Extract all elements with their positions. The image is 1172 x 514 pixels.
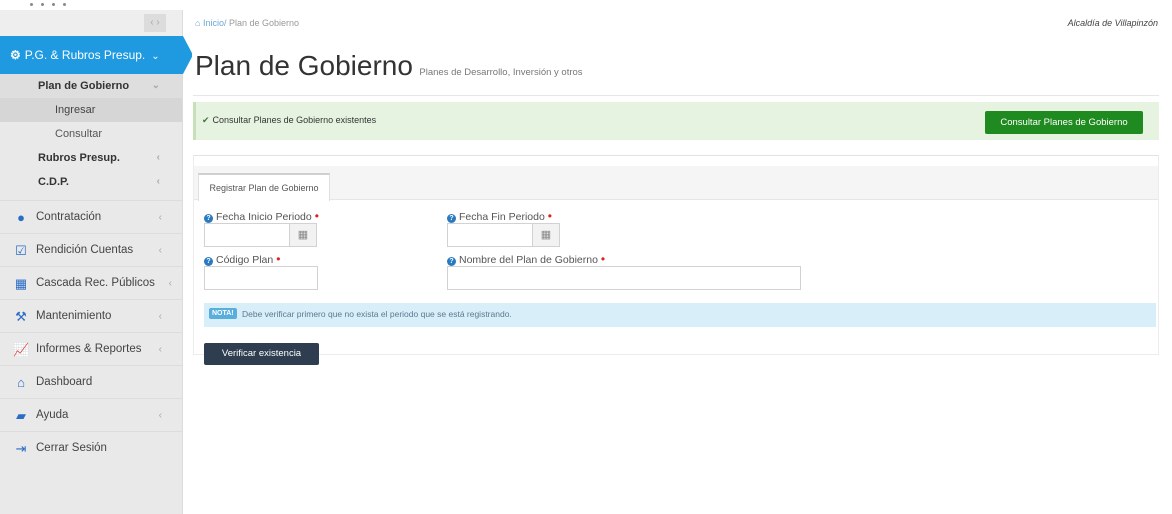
sidebar-item-label: Ingresar [55,104,96,116]
sidebar-item-label: Dashboard [36,376,93,388]
success-alert: ✔ Consultar Planes de Gobierno existentes… [193,102,1159,140]
nombre-label-wrap: ? Nombre del Plan de Gobierno • [447,252,605,266]
sidebar-item-cerrar-sesion[interactable]: ⇥ Cerrar Sesión [0,431,182,464]
page-subtitle: Planes de Desarrollo, Inversión y otros [419,67,583,78]
sidebar-item-dashboard[interactable]: ⌂ Dashboard [0,365,182,398]
info-icon: ? [447,214,456,223]
sidebar-item-mantenimiento[interactable]: ⚒ Mantenimiento ‹ [0,299,182,332]
sidebar-item-label: Cascada Rec. Públicos [36,277,155,289]
sidebar-toggle-icon[interactable]: ‹ › [144,14,166,32]
fecha-inicio-label: Fecha Inicio Periodo [216,211,312,223]
chevron-left-icon: ‹ [158,245,162,256]
sidebar-toggle-bar: ‹ › [0,10,182,36]
calendar-icon[interactable]: ▦ [289,223,317,247]
sidebar-section-pg-rubros[interactable]: ⚙ P.G. & Rubros Presup. ⌄ [0,36,192,74]
chevron-left-icon: ‹ [156,152,160,163]
chevron-left-icon: ‹ [158,212,162,223]
app-page: ‹ › ⚙ P.G. & Rubros Presup. ⌄ Plan de Gobi… [0,0,1172,514]
grid-icon: ▦ [14,276,28,291]
sidebar-item-label: Informes & Reportes [36,343,142,355]
sidebar-group-plan-gobierno[interactable]: Plan de Gobierno ⌄ [0,74,182,98]
info-icon: ? [447,257,456,266]
required-icon: • [314,209,319,223]
book-icon: ▰ [16,408,26,423]
sidebar-item-ayuda[interactable]: ▰ Ayuda ‹ [0,398,182,431]
sidebar: ‹ › ⚙ P.G. & Rubros Presup. ⌄ Plan de Gobi… [0,10,192,514]
sidebar-item-informes[interactable]: 📈 Informes & Reportes ‹ [0,332,182,365]
cogs-icon: ⚙ [10,48,21,62]
note-tag: NOTA! [209,308,237,319]
circle-icon: ● [17,210,25,225]
note-text: Debe verificar primero que no exista el … [242,309,512,319]
check-circle-icon: ✔ [202,115,210,125]
info-icon: ? [204,214,213,223]
nombre-plan-input[interactable] [447,266,801,290]
wrench-icon: ⚒ [15,309,27,324]
breadcrumb-home-link[interactable]: Inicio/ [203,18,227,28]
chevron-left-icon: ‹ [168,278,172,289]
consultar-planes-button[interactable]: Consultar Planes de Gobierno [985,111,1143,134]
note-banner: NOTA! Debe verificar primero que no exis… [204,303,1156,327]
codigo-plan-input[interactable] [204,266,318,290]
fecha-fin-label-wrap: ? Fecha Fin Periodo • [447,209,552,223]
check-square-icon: ☑ [15,243,27,258]
divider [193,95,1159,96]
verificar-existencia-button[interactable]: Verificar existencia [204,343,319,365]
fecha-fin-label: Fecha Fin Periodo [459,211,545,223]
fecha-inicio-input[interactable] [204,223,290,247]
sidebar-item-consultar[interactable]: Consultar [0,122,182,146]
alert-message-wrap: ✔ Consultar Planes de Gobierno existentes [202,115,376,126]
chevron-left-icon: ‹ [158,311,162,322]
page-title: Plan de Gobierno [195,50,413,81]
required-icon: • [547,209,552,223]
tab-strip: Registrar Plan de Gobierno [194,166,1158,201]
sidebar-item-rubros[interactable]: Rubros Presup. ‹ [0,146,182,170]
main-content: ⌂ Inicio/ Plan de Gobierno Alcaldía de V… [193,10,1172,365]
sidebar-item-contratacion[interactable]: ● Contratación ‹ [0,200,182,233]
sidebar-item-label: Cerrar Sesión [36,442,107,454]
sidebar-item-label: Consultar [55,128,103,140]
chevron-left-icon: ‹ [158,410,162,421]
sidebar-item-ingresar[interactable]: Ingresar [0,98,182,122]
top-dots [30,0,150,8]
sidebar-item-label: Contratación [36,211,102,223]
sidebar-item-label: Rendición Cuentas [36,244,134,256]
line-chart-icon: 📈 [13,342,30,357]
codigo-plan-label: Código Plan [216,254,274,266]
breadcrumb: ⌂ Inicio/ Plan de Gobierno [195,18,299,28]
chevron-left-icon: ‹ [156,176,160,187]
municipality-name: Alcaldía de Villapinzón [1067,18,1158,28]
info-icon: ? [204,257,213,266]
page-header: Plan de Gobierno Planes de Desarrollo, I… [195,50,583,82]
chevron-down-icon: ⌄ [151,80,160,91]
sign-out-icon: ⇥ [15,441,27,456]
breadcrumb-current: Plan de Gobierno [228,18,300,28]
nombre-plan-label: Nombre del Plan de Gobierno [459,254,598,266]
sidebar-item-label: Rubros Presup. [38,152,120,164]
sidebar-item-label: C.D.P. [38,176,69,188]
chevron-down-icon: ⌄ [151,51,160,62]
sidebar-item-cdp[interactable]: C.D.P. ‹ [0,170,182,194]
tab-registrar-plan[interactable]: Registrar Plan de Gobierno [198,173,330,201]
calendar-icon[interactable]: ▦ [532,223,560,247]
sidebar-item-label: Ayuda [36,409,69,421]
form-panel: Registrar Plan de Gobierno ? Fecha Inicio… [193,155,1159,365]
home-icon: ⌂ [17,375,25,390]
required-icon: • [276,252,281,266]
top-bar: ⌂ Inicio/ Plan de Gobierno Alcaldía de V… [193,10,1172,36]
required-icon: • [600,252,606,266]
chevron-left-icon: ‹ [158,344,162,355]
sidebar-item-label: Mantenimiento [36,310,112,322]
home-icon: ⌂ [195,18,201,28]
alert-message: Consultar Planes de Gobierno existentes [212,115,377,125]
sidebar-item-cascada[interactable]: ▦ Cascada Rec. Públicos ‹ [0,266,182,299]
sidebar-item-rendicion[interactable]: ☑ Rendición Cuentas ‹ [0,233,182,266]
fecha-inicio-label-wrap: ? Fecha Inicio Periodo • [204,209,319,223]
fecha-fin-input[interactable] [447,223,533,247]
codigo-label-wrap: ? Código Plan • [204,252,280,266]
sidebar-group-label: Plan de Gobierno [38,80,130,92]
sidebar-section-label: P.G. & Rubros Presup. [24,48,146,62]
